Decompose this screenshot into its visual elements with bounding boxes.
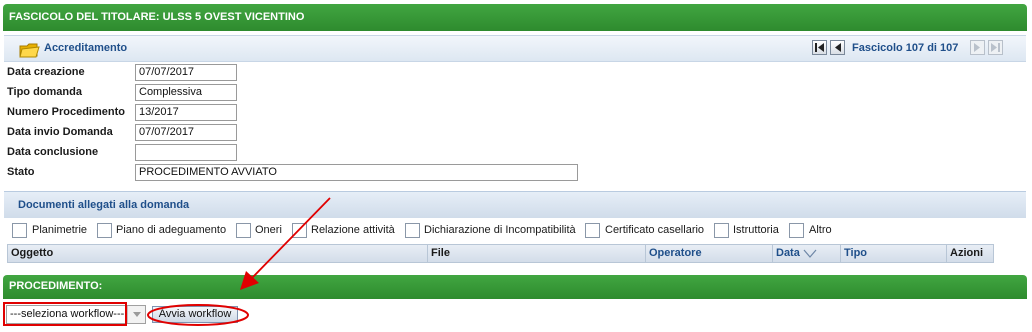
filter-label: Planimetrie: [32, 224, 88, 236]
column-data[interactable]: Data: [773, 245, 841, 262]
workflow-select-value: ---seleziona workflow---: [10, 308, 125, 320]
filter-label: Relazione attività: [311, 224, 395, 236]
folder-icon: [19, 43, 40, 58]
filter-label: Oneri: [255, 224, 282, 236]
data-creazione-field[interactable]: 07/07/2017: [135, 64, 237, 81]
numero-procedimento-field[interactable]: 13/2017: [135, 104, 237, 121]
sort-down-icon: [803, 249, 817, 258]
label-numero-procedimento: Numero Procedimento: [7, 106, 125, 118]
checkbox-istruttoria[interactable]: [714, 223, 729, 238]
first-page-icon[interactable]: [812, 40, 827, 55]
pager-text: Fascicolo 107 di 107: [852, 42, 959, 54]
checkbox-dichiarazione-incompatibilita[interactable]: [405, 223, 420, 238]
tipo-domanda-field[interactable]: Complessiva: [135, 84, 237, 101]
procedimento-title: PROCEDIMENTO:: [9, 280, 103, 292]
column-azioni: Azioni: [950, 247, 983, 259]
checkbox-altro[interactable]: [789, 223, 804, 238]
checkbox-planimetrie[interactable]: [12, 223, 27, 238]
checkbox-piano-adeguamento[interactable]: [97, 223, 112, 238]
label-data-conclusione: Data conclusione: [7, 146, 99, 158]
accreditamento-bar: Accreditamento Fascicolo 107 di 107: [4, 35, 1026, 62]
pager: Fascicolo 107 di 107: [806, 36, 1026, 61]
filter-label: Istruttoria: [733, 224, 779, 236]
documents-grid-header: Oggetto File Operatore Data Tipo Azioni: [7, 244, 994, 263]
last-page-icon[interactable]: [988, 40, 1003, 55]
label-stato: Stato: [7, 166, 35, 178]
checkbox-oneri[interactable]: [236, 223, 251, 238]
column-operatore[interactable]: Operatore: [646, 245, 773, 262]
column-data-label: Data: [776, 247, 800, 259]
documenti-bar: Documenti allegati alla domanda: [4, 191, 1026, 218]
column-oggetto[interactable]: Oggetto: [8, 245, 428, 262]
section-title: Accreditamento: [44, 42, 128, 54]
next-page-icon[interactable]: [970, 40, 985, 55]
prev-page-icon[interactable]: [830, 40, 845, 55]
data-conclusione-field[interactable]: [135, 144, 237, 161]
stato-field[interactable]: PROCEDIMENTO AVVIATO: [135, 164, 578, 181]
label-data-creazione: Data creazione: [7, 66, 85, 78]
chevron-down-icon[interactable]: [127, 306, 145, 323]
fascicolo-title-bar: FASCICOLO DEL TITOLARE: ULSS 5 OVEST VIC…: [3, 4, 1027, 31]
filter-label: Dichiarazione di Incompatibilità: [424, 224, 576, 236]
label-data-invio: Data invio Domanda: [7, 126, 113, 138]
checkbox-relazione-attivita[interactable]: [292, 223, 307, 238]
data-invio-field[interactable]: 07/07/2017: [135, 124, 237, 141]
fascicolo-title: FASCICOLO DEL TITOLARE: ULSS 5 OVEST VIC…: [9, 11, 305, 23]
filter-label: Altro: [809, 224, 832, 236]
filter-label: Certificato casellario: [605, 224, 705, 236]
column-tipo[interactable]: Tipo: [841, 245, 947, 262]
documenti-title: Documenti allegati alla domanda: [18, 199, 190, 211]
column-file[interactable]: File: [428, 245, 646, 262]
label-tipo-domanda: Tipo domanda: [7, 86, 82, 98]
procedimento-bar: PROCEDIMENTO:: [3, 275, 1027, 299]
workflow-select[interactable]: ---seleziona workflow---: [6, 305, 146, 324]
avvia-workflow-button[interactable]: Avvia workflow: [152, 306, 238, 323]
checkbox-certificato-casellario[interactable]: [585, 223, 600, 238]
filter-label: Piano di adeguamento: [116, 224, 227, 236]
